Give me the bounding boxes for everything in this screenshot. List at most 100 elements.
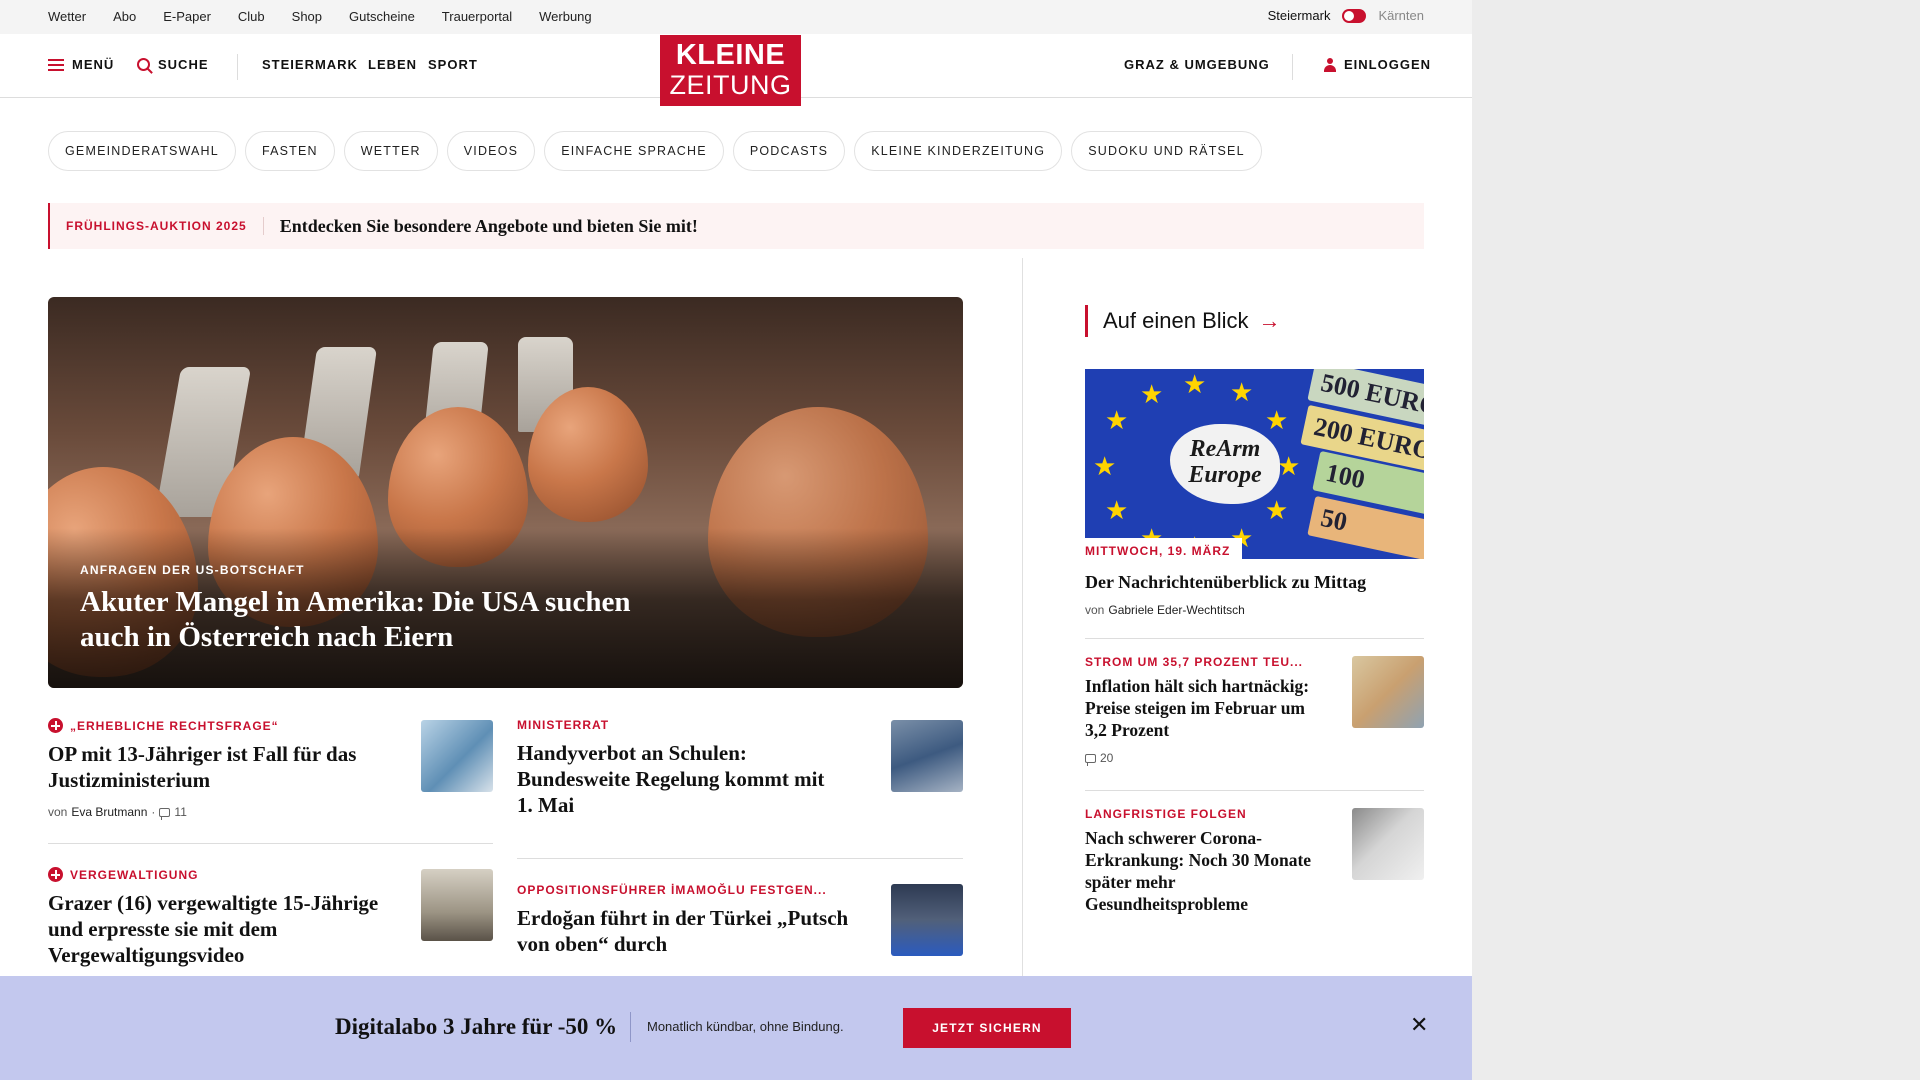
promo-bar[interactable]: FRÜHLINGS-AUKTION 2025 Entdecken Sie bes… — [48, 203, 1424, 249]
banner-headline: Digitalabo 3 Jahre für -50 % — [335, 1014, 618, 1039]
utility-bar: Wetter Abo E-Paper Club Shop Gutscheine … — [0, 0, 1472, 34]
meta-dot: · — [151, 805, 156, 819]
author-name[interactable]: Eva Brutmann — [71, 805, 147, 819]
page: Wetter Abo E-Paper Club Shop Gutscheine … — [0, 0, 1472, 1080]
comment-count[interactable]: 20 — [1100, 751, 1113, 765]
utility-link-epaper[interactable]: E-Paper — [163, 9, 211, 24]
pill-podcasts[interactable]: PODCASTS — [732, 131, 846, 171]
divider — [48, 843, 493, 844]
article-thumbnail[interactable] — [891, 884, 963, 956]
article-thumbnail[interactable] — [1352, 656, 1424, 728]
utility-link-werbung[interactable]: Werbung — [539, 9, 592, 24]
divider — [517, 858, 963, 859]
banner-subtext: Monatlich kündbar, ohne Bindung. — [647, 1019, 844, 1034]
utility-link-club[interactable]: Club — [238, 9, 265, 24]
sidebar-heading-text: Auf einen Blick — [1103, 308, 1249, 333]
nav-steiermark[interactable]: STEIERMARK — [262, 57, 358, 72]
comment-icon — [1085, 753, 1096, 766]
utility-link-abo[interactable]: Abo — [113, 9, 136, 24]
logo-top: KLEINE — [675, 39, 786, 71]
comment-icon — [159, 807, 171, 820]
article-title[interactable]: Nach schwerer Corona-Erkrankung: Noch 30… — [1085, 827, 1325, 915]
article-thumbnail[interactable] — [891, 720, 963, 792]
nav-graz-umgebung[interactable]: GRAZ & UMGEBUNG — [1124, 57, 1270, 72]
kicker-text: „ERHEBLICHE RECHTSFRAGE“ — [70, 718, 279, 733]
article-kicker: VERGEWALTIGUNG — [48, 867, 388, 882]
author-name[interactable]: Gabriele Eder-Wechtitsch — [1108, 603, 1245, 617]
sidebar-article[interactable]: LANGFRISTIGE FOLGEN Nach schwerer Corona… — [1085, 807, 1325, 915]
region-toggle[interactable] — [1342, 8, 1367, 23]
close-icon[interactable]: ✕ — [1410, 1014, 1428, 1036]
article-title[interactable]: Erdoğan führt in der Türkei „Putsch von … — [517, 905, 857, 957]
nav-sport[interactable]: SPORT — [428, 57, 478, 72]
region-kaernten[interactable]: Kärnten — [1378, 8, 1424, 23]
divider — [1085, 790, 1424, 791]
main-header: MENÜ SUCHE STEIERMARK LEBEN SPORT KLEINE… — [0, 34, 1472, 106]
region-switch: Steiermark Kärnten — [1268, 8, 1424, 23]
login-button[interactable]: EINLOGGEN — [1324, 57, 1431, 72]
sidebar-heading[interactable]: Auf einen Blick → — [1085, 305, 1281, 337]
article-card[interactable]: MINISTERRAT Handyverbot an Schulen: Bund… — [517, 718, 837, 818]
pill-kinderzeitung[interactable]: KLEINE KINDERZEITUNG — [854, 131, 1063, 171]
pill-wetter[interactable]: WETTER — [343, 131, 438, 171]
search-icon — [137, 58, 150, 71]
article-title[interactable]: Handyverbot an Schulen: Bundesweite Rege… — [517, 740, 837, 818]
article-title[interactable]: Inflation hält sich hartnäckig: Preise s… — [1085, 675, 1315, 741]
divider — [1085, 638, 1424, 639]
article-card[interactable]: „ERHEBLICHE RECHTSFRAGE“ OP mit 13-Jähri… — [48, 718, 388, 820]
article-kicker: LANGFRISTIGE FOLGEN — [1085, 807, 1325, 821]
feature-meta: von Gabriele Eder-Wechtitsch — [1085, 603, 1424, 617]
column-divider — [1022, 258, 1023, 978]
article-title[interactable]: Grazer (16) vergewaltigte 15-Jährige und… — [48, 890, 388, 968]
byline-prefix: von — [1085, 603, 1105, 617]
feature-image[interactable]: ★ ★ ★ ★ ★ ★ ★ ★ ★ ★ ★ ★ ReArm Europe 500… — [1085, 369, 1424, 559]
article-kicker: MINISTERRAT — [517, 718, 837, 732]
pill-videos[interactable]: VIDEOS — [446, 131, 536, 171]
premium-plus-icon — [48, 867, 63, 882]
login-label: EINLOGGEN — [1344, 57, 1432, 72]
article-card[interactable]: VERGEWALTIGUNG Grazer (16) vergewaltigte… — [48, 867, 388, 968]
kleine-zeitung-logo[interactable]: KLEINE ZEITUNG — [660, 35, 801, 106]
feature-date: MITTWOCH, 19. MÄRZ — [1085, 538, 1243, 560]
utility-link-wetter[interactable]: Wetter — [48, 9, 86, 24]
pill-fasten[interactable]: FASTEN — [244, 131, 335, 171]
article-meta: von Eva Brutmann · 11 — [48, 805, 388, 820]
hero-article[interactable]: ANFRAGEN DER US-BOTSCHAFT Akuter Mangel … — [48, 297, 963, 688]
article-meta: 20 — [1085, 751, 1315, 766]
hamburger-icon — [48, 58, 64, 71]
utility-links: Wetter Abo E-Paper Club Shop Gutscheine … — [48, 9, 592, 24]
user-icon — [1324, 57, 1336, 72]
article-thumbnail[interactable] — [1352, 808, 1424, 880]
pill-sudoku[interactable]: SUDOKU UND RÄTSEL — [1071, 131, 1262, 171]
arrow-right-icon: → — [1258, 308, 1281, 333]
rearm-europe-text: ReArm Europe — [1170, 424, 1280, 504]
banner-divider — [630, 1012, 631, 1042]
nav-leben[interactable]: LEBEN — [368, 57, 417, 72]
feature-article[interactable]: Der Nachrichtenüberblick zu Mittag von G… — [1085, 571, 1424, 617]
logo-bottom: ZEITUNG — [669, 70, 792, 100]
article-card[interactable]: OPPOSITIONSFÜHRER İMAMOĞLU FESTGEN... Er… — [517, 883, 857, 957]
header-divider — [1292, 54, 1293, 80]
article-thumbnail[interactable] — [421, 869, 493, 941]
kicker-text: STROM UM 35,7 PROZENT TEU... — [1085, 655, 1304, 669]
search-button[interactable]: SUCHE — [137, 57, 209, 72]
byline-prefix: von — [48, 805, 68, 819]
feature-title[interactable]: Der Nachrichtenüberblick zu Mittag — [1085, 571, 1424, 593]
pill-gemeinderatswahl[interactable]: GEMEINDERATSWAHL — [48, 131, 236, 171]
region-steiermark[interactable]: Steiermark — [1268, 8, 1331, 23]
utility-link-gutscheine[interactable]: Gutscheine — [349, 9, 415, 24]
article-thumbnail[interactable] — [421, 720, 493, 792]
header-divider — [237, 54, 238, 80]
comment-count[interactable]: 11 — [174, 805, 186, 819]
utility-link-trauerportal[interactable]: Trauerportal — [442, 9, 512, 24]
utility-link-shop[interactable]: Shop — [292, 9, 322, 24]
sidebar-article[interactable]: STROM UM 35,7 PROZENT TEU... Inflation h… — [1085, 655, 1315, 766]
hero-title[interactable]: Akuter Mangel in Amerika: Die USA suchen… — [80, 585, 640, 655]
promo-text: Entdecken Sie besondere Angebote und bie… — [279, 215, 698, 236]
topic-pills: GEMEINDERATSWAHL FASTEN WETTER VIDEOS EI… — [48, 131, 1262, 171]
jetzt-sichern-button[interactable]: JETZT SICHERN — [903, 1008, 1071, 1048]
article-title[interactable]: OP mit 13-Jähriger ist Fall für das Just… — [48, 741, 388, 793]
menu-button[interactable]: MENÜ — [48, 57, 114, 72]
kicker-text: MINISTERRAT — [517, 718, 610, 732]
pill-einfache-sprache[interactable]: EINFACHE SPRACHE — [544, 131, 724, 171]
